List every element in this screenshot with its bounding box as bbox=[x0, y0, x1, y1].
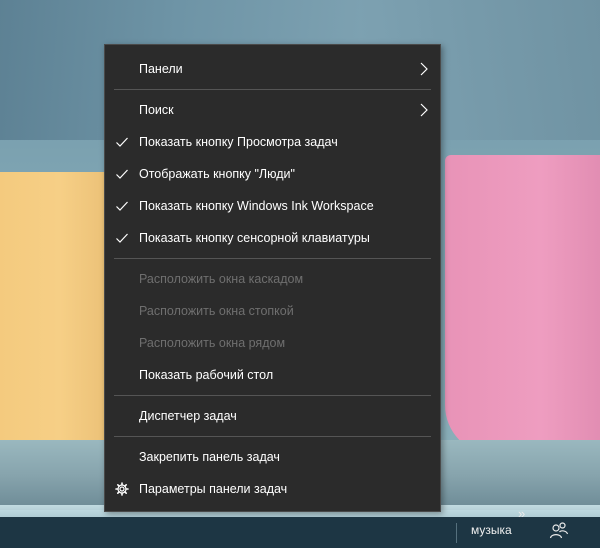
menu-item-task-manager[interactable]: Диспетчер задач bbox=[105, 400, 440, 432]
menu-item-search[interactable]: Поиск bbox=[105, 94, 440, 126]
menu-item-show-task-view[interactable]: Показать кнопку Просмотра задач bbox=[105, 126, 440, 158]
menu-item-label: Отображать кнопку "Люди" bbox=[139, 167, 295, 181]
menu-item-label: Параметры панели задач bbox=[139, 482, 288, 496]
menu-separator bbox=[114, 395, 431, 396]
menu-item-label: Диспетчер задач bbox=[139, 409, 237, 423]
menu-item-label: Расположить окна каскадом bbox=[139, 272, 304, 286]
wallpaper-yellow-cup bbox=[0, 172, 120, 462]
menu-item-show-ink-workspace[interactable]: Показать кнопку Windows Ink Workspace bbox=[105, 190, 440, 222]
menu-item-label: Поиск bbox=[139, 103, 174, 117]
menu-item-stack-windows: Расположить окна стопкой bbox=[105, 295, 440, 327]
chevron-right-icon bbox=[420, 62, 428, 76]
menu-item-label: Панели bbox=[139, 62, 183, 76]
menu-item-label: Показать кнопку Windows Ink Workspace bbox=[139, 199, 374, 213]
checkmark-icon bbox=[116, 137, 128, 147]
menu-item-label: Показать кнопку сенсорной клавиатуры bbox=[139, 231, 370, 245]
people-icon[interactable] bbox=[549, 520, 569, 542]
menu-item-show-desktop[interactable]: Показать рабочий стол bbox=[105, 359, 440, 391]
menu-item-panels[interactable]: Панели bbox=[105, 53, 440, 85]
checkmark-icon bbox=[116, 201, 128, 211]
menu-item-label: Расположить окна рядом bbox=[139, 336, 286, 350]
menu-item-lock-taskbar[interactable]: Закрепить панель задач bbox=[105, 441, 440, 473]
chevron-right-icon bbox=[420, 103, 428, 117]
menu-item-show-people[interactable]: Отображать кнопку "Люди" bbox=[105, 158, 440, 190]
menu-separator bbox=[114, 436, 431, 437]
menu-item-taskbar-settings[interactable]: Параметры панели задач bbox=[105, 473, 440, 505]
gear-icon bbox=[115, 482, 129, 496]
menu-item-show-touch-keyboard[interactable]: Показать кнопку сенсорной клавиатуры bbox=[105, 222, 440, 254]
checkmark-icon bbox=[116, 233, 128, 243]
menu-separator bbox=[114, 258, 431, 259]
toolbar-music-label[interactable]: музыка bbox=[471, 523, 512, 537]
menu-item-label: Закрепить панель задач bbox=[139, 450, 280, 464]
menu-separator bbox=[114, 89, 431, 90]
menu-item-cascade-windows: Расположить окна каскадом bbox=[105, 263, 440, 295]
menu-item-label: Показать рабочий стол bbox=[139, 368, 274, 382]
checkmark-icon bbox=[116, 169, 128, 179]
menu-item-label: Показать кнопку Просмотра задач bbox=[139, 135, 338, 149]
taskbar-separator bbox=[456, 523, 457, 543]
taskbar-context-menu: Панели Поиск Показать кнопку Просмотра з… bbox=[104, 44, 441, 512]
toolbar-overflow-chevron[interactable]: » bbox=[518, 506, 525, 521]
wallpaper-pink-cup bbox=[445, 155, 600, 455]
menu-item-label: Расположить окна стопкой bbox=[139, 304, 294, 318]
menu-item-side-by-side-windows: Расположить окна рядом bbox=[105, 327, 440, 359]
